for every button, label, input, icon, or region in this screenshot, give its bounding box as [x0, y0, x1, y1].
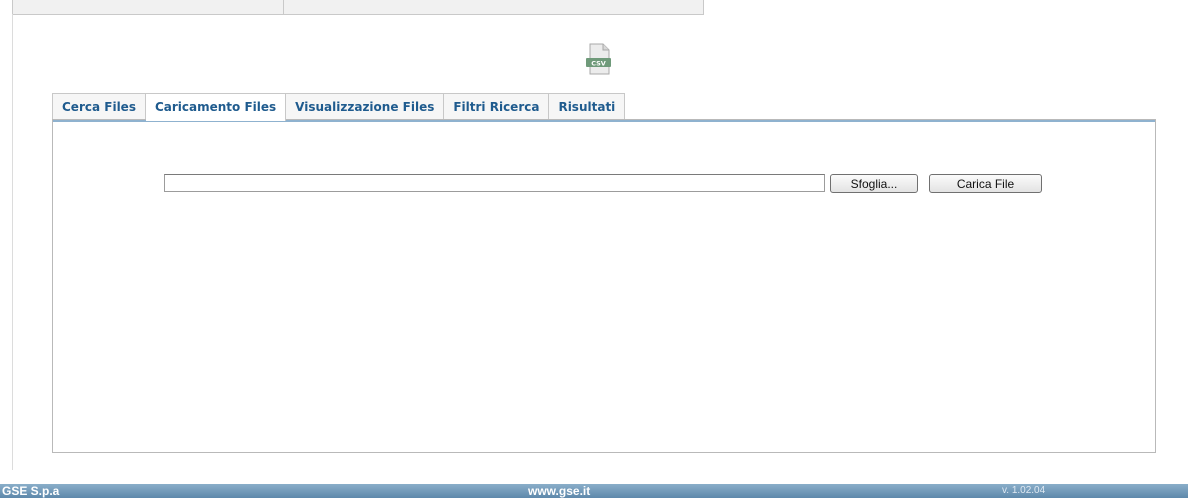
tab-panel — [52, 119, 1156, 453]
tab-filtri-ricerca[interactable]: Filtri Ricerca — [444, 93, 550, 119]
footer-bar: GSE S.p.a www.gse.it v. 1.02.04 — [0, 484, 1188, 498]
csv-icon-label: CSV — [591, 60, 606, 68]
footer-website-link[interactable]: www.gse.it — [528, 484, 590, 498]
page-border — [12, 14, 13, 470]
upload-file-button[interactable]: Carica File — [929, 174, 1042, 193]
browse-button[interactable]: Sfoglia... — [830, 174, 918, 193]
file-path-input[interactable] — [164, 174, 825, 192]
tab-risultati[interactable]: Risultati — [549, 93, 626, 119]
tab-bar: Cerca Files Caricamento Files Visualizza… — [52, 93, 626, 121]
top-tab-strip — [12, 0, 704, 15]
top-strip-divider — [283, 0, 284, 14]
tab-visualizzazione-files[interactable]: Visualizzazione Files — [286, 93, 445, 119]
csv-file-icon[interactable]: CSV — [584, 42, 614, 76]
tab-cerca-files[interactable]: Cerca Files — [52, 93, 146, 119]
footer-version: v. 1.02.04 — [1002, 485, 1046, 496]
footer-company: GSE S.p.a — [2, 484, 60, 498]
tab-caricamento-files[interactable]: Caricamento Files — [145, 93, 287, 121]
